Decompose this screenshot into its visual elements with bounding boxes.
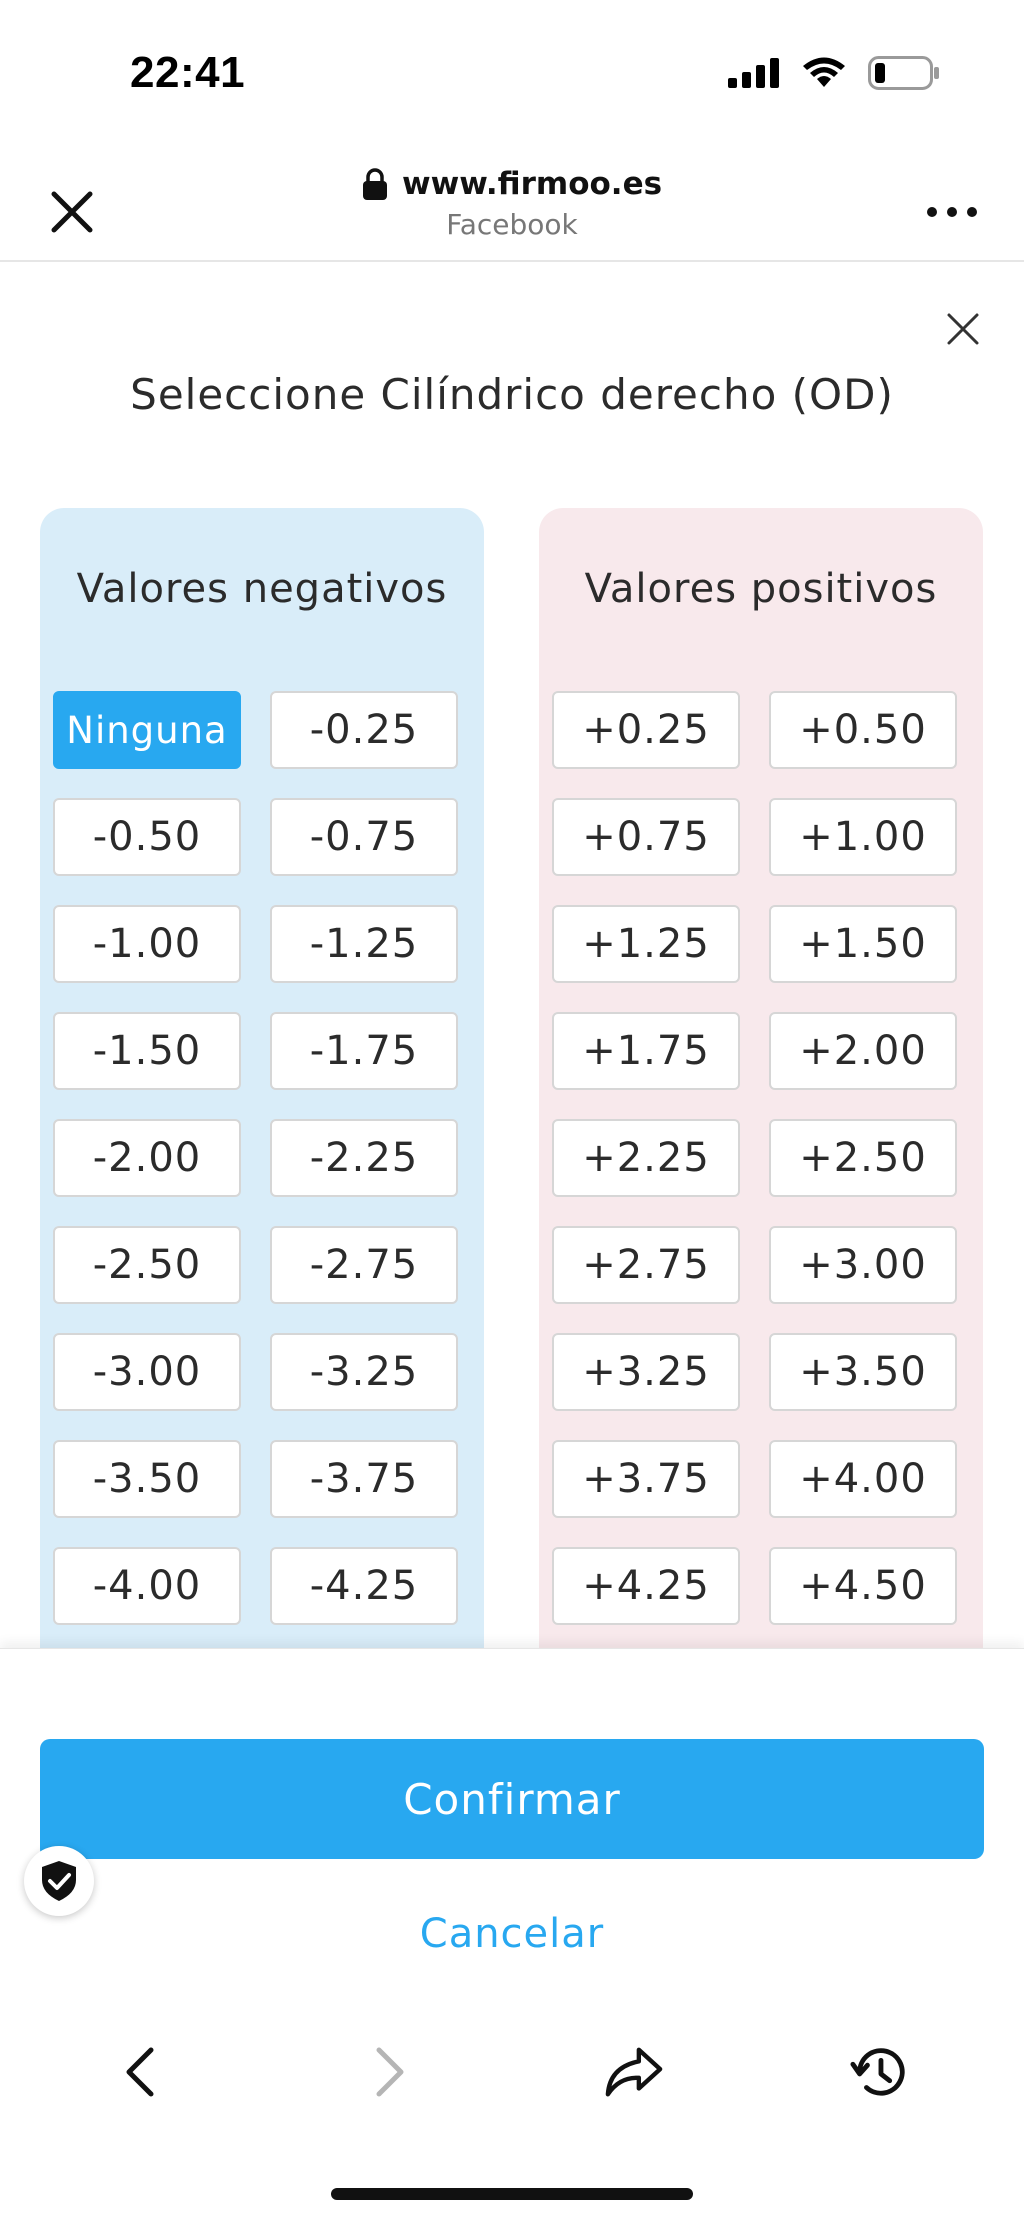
- negative-value-option[interactable]: -3.50: [53, 1440, 241, 1518]
- negative-values-grid: Ninguna -0.25 -0.50 -0.75 -1.00 -1.25 -1.50 -1.…: [53, 691, 458, 1625]
- more-menu-icon[interactable]: [924, 202, 980, 222]
- back-button[interactable]: [110, 2042, 170, 2102]
- positive-value-option[interactable]: +1.25: [552, 905, 740, 983]
- forward-icon: [376, 2047, 404, 2097]
- negative-value-option[interactable]: -1.00: [53, 905, 241, 983]
- status-icons: [728, 56, 940, 90]
- modal-close-icon[interactable]: [946, 312, 980, 346]
- positive-value-option[interactable]: +1.00: [769, 798, 957, 876]
- signal-icon: [728, 58, 779, 88]
- positive-value-option[interactable]: +3.25: [552, 1333, 740, 1411]
- negative-values-panel: Valores negativos Ninguna -0.25 -0.50 -0.75…: [40, 508, 484, 1648]
- battery-icon: [868, 56, 939, 90]
- negative-value-option[interactable]: -3.00: [53, 1333, 241, 1411]
- positive-value-option[interactable]: +3.75: [552, 1440, 740, 1518]
- positive-values-grid: +0.25 +0.50 +0.75 +1.00 +1.25 +1.50 +1.75 +2.00…: [552, 691, 957, 1625]
- lock-icon: [362, 168, 387, 200]
- positive-value-option[interactable]: +1.75: [552, 1012, 740, 1090]
- negative-value-option[interactable]: -1.25: [270, 905, 458, 983]
- negative-value-option[interactable]: -3.25: [270, 1333, 458, 1411]
- negative-value-option[interactable]: -4.00: [53, 1547, 241, 1625]
- negative-panel-title: Valores negativos: [76, 566, 448, 612]
- negative-value-option[interactable]: -1.50: [53, 1012, 241, 1090]
- positive-value-option[interactable]: +0.75: [552, 798, 740, 876]
- positive-value-option[interactable]: +4.25: [552, 1547, 740, 1625]
- forward-button[interactable]: [360, 2042, 420, 2102]
- negative-value-option[interactable]: -3.75: [270, 1440, 458, 1518]
- positive-value-option[interactable]: +3.00: [769, 1226, 957, 1304]
- confirm-button[interactable]: Confirmar: [40, 1739, 984, 1859]
- negative-value-option[interactable]: -2.00: [53, 1119, 241, 1197]
- positive-value-option[interactable]: +2.00: [769, 1012, 957, 1090]
- wifi-icon: [803, 57, 845, 87]
- negative-value-option[interactable]: -2.50: [53, 1226, 241, 1304]
- positive-value-option[interactable]: +2.25: [552, 1119, 740, 1197]
- url-source: Facebook: [446, 208, 578, 241]
- status-bar: 22:41: [0, 0, 1024, 150]
- positive-value-option[interactable]: +1.50: [769, 905, 957, 983]
- status-time: 22:41: [130, 48, 246, 97]
- positive-value-option[interactable]: +4.50: [769, 1547, 957, 1625]
- positive-value-option[interactable]: +2.50: [769, 1119, 957, 1197]
- negative-value-option[interactable]: -4.25: [270, 1547, 458, 1625]
- cancel-button[interactable]: Cancelar: [0, 1911, 1024, 1957]
- positive-panel-title: Valores positivos: [584, 566, 938, 612]
- positive-value-option[interactable]: +4.00: [769, 1440, 957, 1518]
- positive-values-panel: Valores positivos +0.25 +0.50 +0.75 +1.00 +1…: [539, 508, 983, 1648]
- negative-value-option[interactable]: -0.25: [270, 691, 458, 769]
- positive-value-option[interactable]: +3.50: [769, 1333, 957, 1411]
- share-icon: [605, 2047, 663, 2097]
- history-button[interactable]: [850, 2042, 910, 2102]
- security-badge[interactable]: [24, 1846, 94, 1916]
- shield-check-icon: [42, 1861, 76, 1901]
- browser-header: www.firmoo.es Facebook: [0, 150, 1024, 262]
- url-block[interactable]: www.firmoo.es Facebook: [0, 166, 1024, 241]
- negative-value-option[interactable]: -0.75: [270, 798, 458, 876]
- negative-value-option[interactable]: -0.50: [53, 798, 241, 876]
- modal-title: Seleccione Cilíndrico derecho (OD): [130, 370, 894, 419]
- bottom-sheet: Confirmar Cancelar: [0, 1648, 1024, 2220]
- negative-value-option[interactable]: Ninguna: [53, 691, 241, 769]
- home-indicator: [331, 2188, 693, 2200]
- negative-value-option[interactable]: -2.75: [270, 1226, 458, 1304]
- negative-value-option[interactable]: -2.25: [270, 1119, 458, 1197]
- share-button[interactable]: [604, 2042, 664, 2102]
- positive-value-option[interactable]: +0.50: [769, 691, 957, 769]
- url-line: www.firmoo.es: [362, 166, 662, 202]
- negative-value-option[interactable]: -1.75: [270, 1012, 458, 1090]
- back-icon: [126, 2047, 154, 2097]
- page: 22:41 www.firmoo.es Facebook Seleccione …: [0, 0, 1024, 2220]
- positive-value-option[interactable]: +0.25: [552, 691, 740, 769]
- url-text: www.firmoo.es: [401, 166, 663, 202]
- history-icon: [850, 2048, 905, 2096]
- positive-value-option[interactable]: +2.75: [552, 1226, 740, 1304]
